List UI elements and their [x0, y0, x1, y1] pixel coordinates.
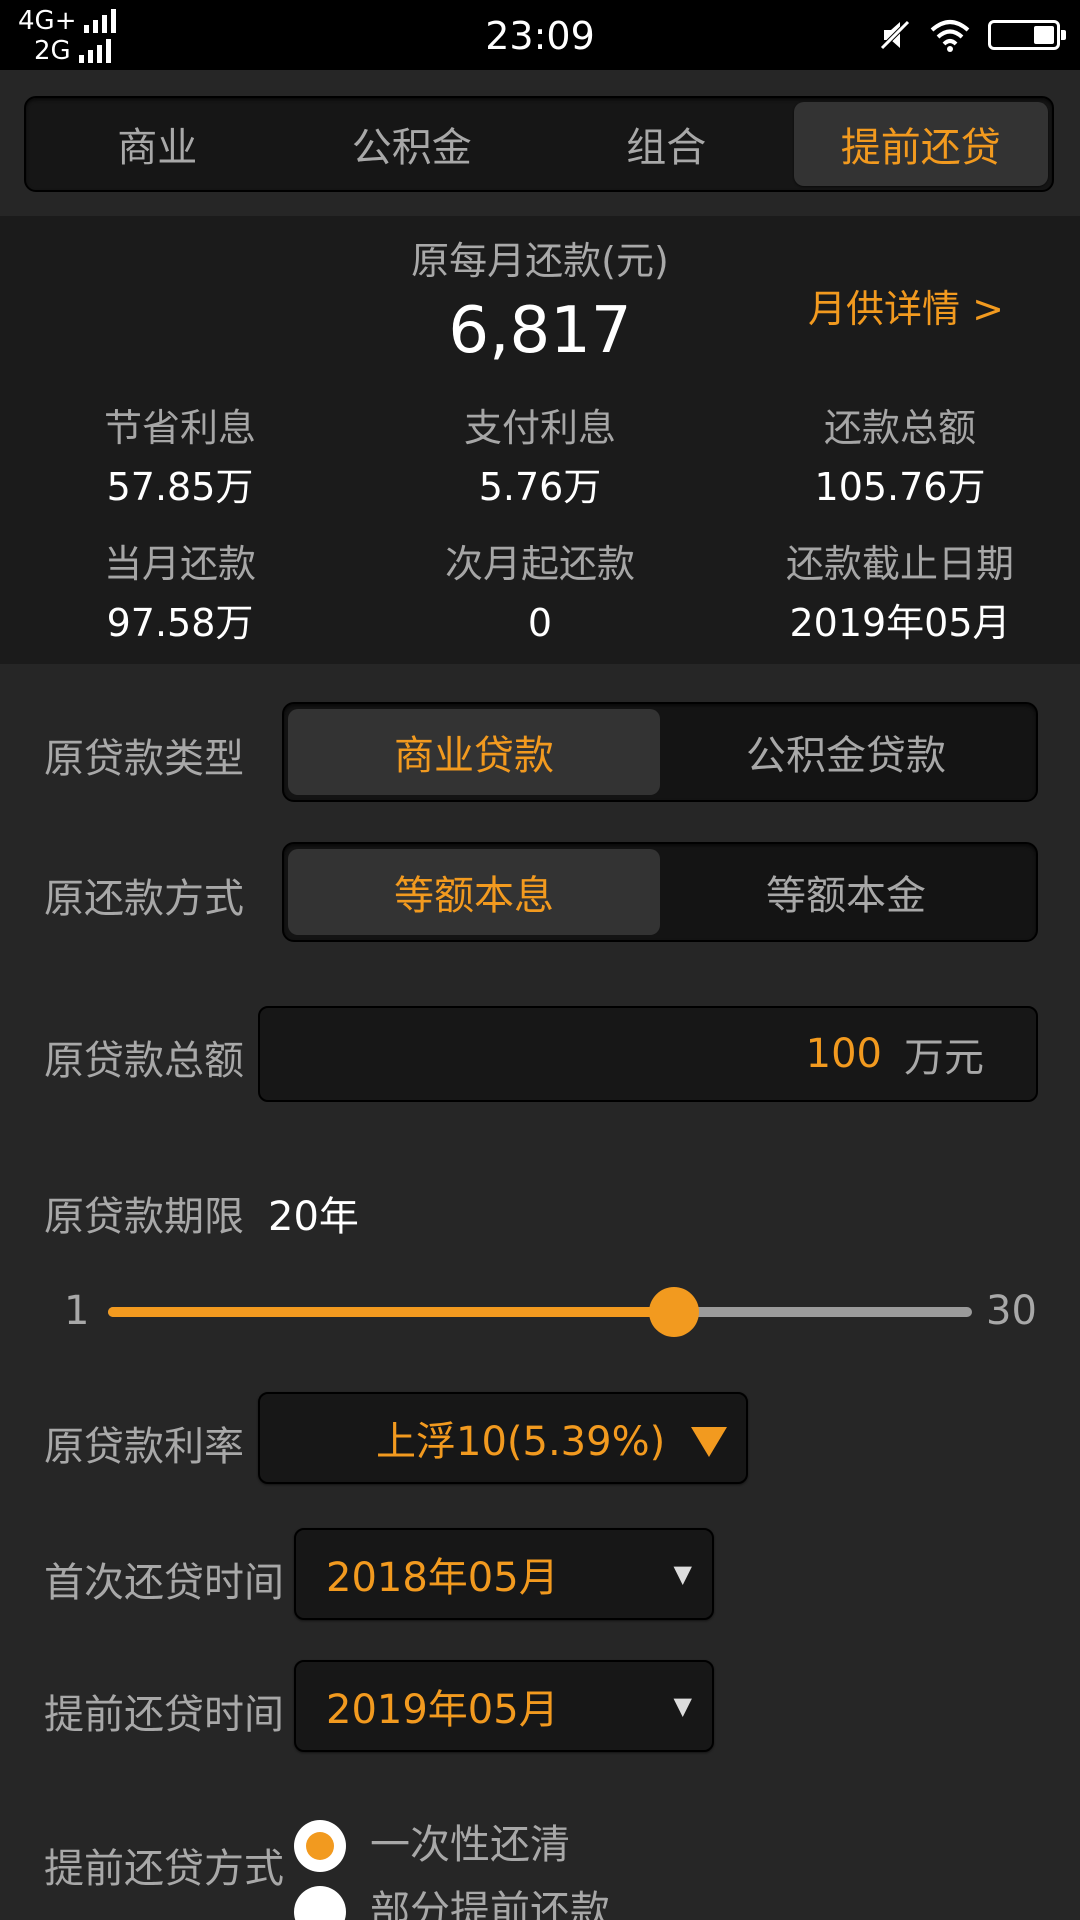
stat-value: 97.58万	[106, 601, 254, 645]
tab-commercial[interactable]: 商业	[30, 102, 285, 186]
term-slider-thumb[interactable]	[649, 1287, 700, 1337]
radio-label-partial-prepay: 部分提前还款	[370, 1888, 610, 1920]
loan-amount-unit: 万元	[904, 1035, 984, 1081]
term-slider-fill	[108, 1307, 675, 1317]
loan-amount-input[interactable]: 100 万元	[258, 1006, 1038, 1102]
status-bar: 4G+ 2G 23:09	[0, 0, 1080, 70]
stat-label: 节省利息	[103, 406, 256, 450]
stat-label: 支付利息	[463, 406, 616, 450]
loan-term-label: 原贷款期限	[44, 1194, 244, 1240]
stat-label: 当月还款	[103, 542, 256, 586]
loan-rate-value: 上浮10(5.39%)	[376, 1419, 666, 1465]
option-equal-principal[interactable]: 等额本金	[660, 849, 1032, 935]
loan-type-label: 原贷款类型	[44, 736, 244, 782]
stat-next-month: 次月起还款 0	[390, 540, 690, 648]
loan-amount-label: 原贷款总额	[44, 1038, 244, 1084]
tab-prepayment[interactable]: 提前还贷	[793, 102, 1048, 186]
first-repay-dropdown[interactable]: 2018年05月 ▼	[294, 1528, 714, 1620]
prepay-time-value: 2019年05月	[326, 1687, 559, 1733]
monthly-payment-label: 原每月还款(元)	[411, 239, 669, 283]
stat-value: 105.76万	[814, 465, 986, 509]
stat-value: 5.76万	[478, 465, 602, 509]
slider-max-label: 30	[986, 1288, 1037, 1334]
wifi-icon	[930, 20, 970, 52]
monthly-detail-link[interactable]: 月供详情 >	[808, 278, 1004, 333]
option-provident-loan[interactable]: 公积金贷款	[660, 709, 1032, 795]
stat-saved-interest: 节省利息 57.85万	[30, 404, 330, 512]
loan-amount-value: 100	[805, 1031, 882, 1077]
dropdown-arrow-icon	[691, 1427, 728, 1457]
prepay-method-label: 提前还贷方式	[44, 1846, 284, 1892]
stat-end-date: 还款截止日期 2019年05月	[750, 540, 1050, 648]
mute-icon	[880, 20, 910, 50]
loan-term-value: 20年	[268, 1194, 359, 1240]
prepay-time-dropdown[interactable]: 2019年05月 ▼	[294, 1660, 714, 1752]
loan-rate-dropdown[interactable]: 上浮10(5.39%)	[258, 1392, 748, 1484]
radio-pay-off-once[interactable]	[294, 1820, 346, 1872]
stat-value: 0	[527, 601, 553, 645]
stat-current-month: 当月还款 97.58万	[30, 540, 330, 648]
repay-method-label: 原还款方式	[44, 876, 244, 922]
loan-rate-label: 原贷款利率	[44, 1424, 244, 1470]
first-repay-value: 2018年05月	[326, 1555, 559, 1601]
stat-total-repayment: 还款总额 105.76万	[750, 404, 1050, 512]
radio-partial-prepay[interactable]	[294, 1886, 346, 1920]
prepay-time-label: 提前还贷时间	[44, 1692, 284, 1738]
stat-label: 还款总额	[823, 406, 976, 450]
option-commercial-loan[interactable]: 商业贷款	[288, 709, 660, 795]
slider-min-label: 1	[64, 1288, 90, 1334]
stat-label: 还款截止日期	[785, 542, 1014, 586]
stat-label: 次月起还款	[444, 542, 635, 586]
loan-type-selector: 商业贷款 公积金贷款	[282, 702, 1038, 802]
stat-value: 57.85万	[106, 465, 254, 509]
tab-combination[interactable]: 组合	[539, 102, 794, 186]
battery-icon	[988, 20, 1066, 50]
status-icons	[878, 18, 1066, 52]
stat-paid-interest: 支付利息 5.76万	[390, 404, 690, 512]
dropdown-arrow-icon: ▼	[673, 1560, 692, 1588]
first-repay-label: 首次还贷时间	[44, 1560, 284, 1606]
calculator-tabs: 商业 公积金 组合 提前还贷	[24, 96, 1054, 192]
stat-value: 2019年05月	[789, 601, 1011, 645]
tab-provident-fund[interactable]: 公积金	[285, 102, 540, 186]
option-equal-installment[interactable]: 等额本息	[288, 849, 660, 935]
radio-label-pay-off-once: 一次性还清	[370, 1822, 570, 1868]
dropdown-arrow-icon: ▼	[673, 1692, 692, 1720]
repay-method-selector: 等额本息 等额本金	[282, 842, 1038, 942]
